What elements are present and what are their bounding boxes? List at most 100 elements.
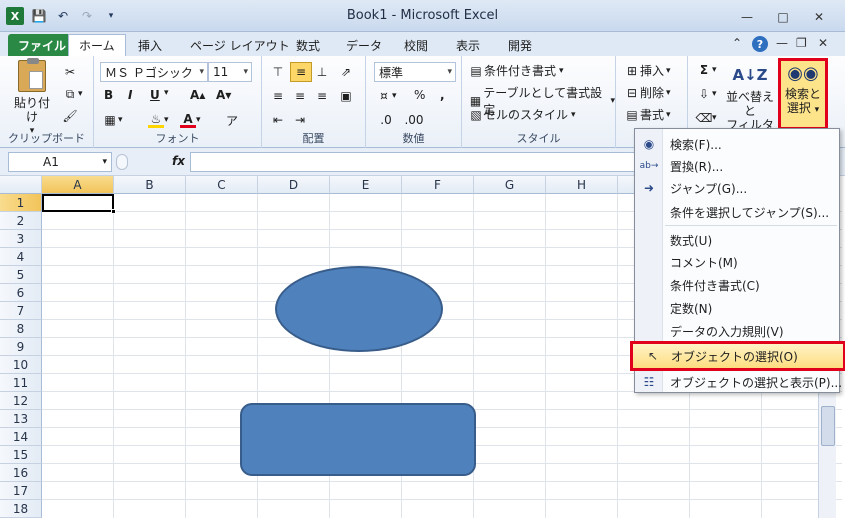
tab-insert[interactable]: 挿入 bbox=[128, 34, 172, 56]
rounded-rectangle-shape[interactable] bbox=[240, 403, 476, 476]
underline-dropdown[interactable]: ▾ bbox=[164, 88, 169, 98]
menu-item-find[interactable]: ◉ 検索(F)... bbox=[635, 133, 839, 155]
menu-item-goto[interactable]: ➜ ジャンプ(G)... bbox=[635, 177, 839, 199]
collapse-ribbon-icon[interactable]: ⌃ bbox=[732, 36, 742, 50]
help-icon[interactable]: ? bbox=[752, 36, 768, 52]
scrollbar-thumb[interactable] bbox=[821, 406, 835, 446]
row-header[interactable]: 18 bbox=[0, 500, 42, 518]
borders-button[interactable]: ▦ ▾ bbox=[102, 112, 122, 128]
menu-item-comments[interactable]: コメント(M) bbox=[635, 251, 839, 273]
workbook-minimize-button[interactable]: — bbox=[776, 36, 788, 50]
clear-button[interactable]: ⌫ ▾ bbox=[696, 110, 717, 126]
row-header[interactable]: 1 bbox=[0, 194, 42, 212]
conditional-formatting-button[interactable]: ▤ 条件付き書式 ▾ bbox=[468, 62, 563, 79]
find-select-button[interactable]: ◉◉ 検索と 選択 ▾ bbox=[778, 58, 828, 130]
fill-handle[interactable] bbox=[111, 209, 116, 214]
number-format-select[interactable]: 標準 ▾ bbox=[374, 62, 456, 82]
row-header[interactable]: 16 bbox=[0, 464, 42, 482]
merge-center-button[interactable]: ▣ bbox=[338, 88, 354, 104]
row-header[interactable]: 10 bbox=[0, 356, 42, 374]
grow-font-button[interactable]: A ▲ bbox=[190, 88, 205, 102]
row-header[interactable]: 11 bbox=[0, 374, 42, 392]
align-middle-button[interactable]: ≡ bbox=[290, 62, 312, 82]
menu-item-selection-pane[interactable]: ☷ オブジェクトの選択と表示(P)... bbox=[635, 371, 842, 393]
menu-item-goto-special[interactable]: 条件を選択してジャンプ(S)... bbox=[635, 201, 839, 223]
column-header[interactable]: A bbox=[42, 176, 114, 194]
formula-input[interactable] bbox=[190, 152, 640, 172]
tab-formulas[interactable]: 数式 bbox=[286, 34, 330, 56]
column-header[interactable]: B bbox=[114, 176, 186, 194]
select-all-corner[interactable] bbox=[0, 176, 42, 194]
fill-color-button[interactable]: ♨ ▾ bbox=[148, 112, 169, 128]
align-left-button[interactable]: ≡ bbox=[270, 88, 286, 104]
column-header[interactable]: C bbox=[186, 176, 258, 194]
paste-button[interactable]: 貼り付け ▾ bbox=[10, 58, 54, 138]
workbook-close-button[interactable]: ✕ bbox=[818, 36, 828, 50]
tab-file[interactable]: ファイル bbox=[8, 34, 77, 56]
row-header[interactable]: 3 bbox=[0, 230, 42, 248]
fill-button[interactable]: ⇩ ▾ bbox=[696, 86, 717, 102]
oval-shape[interactable] bbox=[275, 266, 443, 352]
row-header[interactable]: 14 bbox=[0, 428, 42, 446]
tab-developer[interactable]: 開発 bbox=[498, 34, 542, 56]
menu-item-conditional-formatting[interactable]: 条件付き書式(C) bbox=[635, 274, 839, 296]
column-header[interactable]: G bbox=[474, 176, 546, 194]
menu-item-replace[interactable]: ab→ 置換(R)... bbox=[635, 155, 839, 177]
italic-button[interactable]: I bbox=[128, 88, 132, 102]
close-button[interactable]: ✕ bbox=[808, 9, 830, 25]
align-center-button[interactable]: ≡ bbox=[292, 88, 308, 104]
menu-item-formulas[interactable]: 数式(U) bbox=[635, 229, 839, 251]
column-header[interactable]: H bbox=[546, 176, 618, 194]
bold-button[interactable]: B bbox=[104, 88, 113, 102]
underline-button[interactable]: U bbox=[150, 88, 160, 102]
tab-view[interactable]: 表示 bbox=[446, 34, 490, 56]
row-header[interactable]: 13 bbox=[0, 410, 42, 428]
decrease-decimal-button[interactable]: .00 bbox=[404, 112, 423, 128]
name-box[interactable]: A1 ▾ bbox=[8, 152, 112, 172]
row-header[interactable]: 4 bbox=[0, 248, 42, 266]
tab-home[interactable]: ホーム bbox=[68, 34, 126, 56]
insert-cells-button[interactable]: ⊞ 挿入 ▾ bbox=[624, 62, 671, 79]
cell-styles-button[interactable]: ▧ セルのスタイル ▾ bbox=[468, 106, 575, 123]
format-painter-button[interactable]: 🖌 bbox=[62, 108, 78, 124]
menu-item-select-objects[interactable]: ↖ オブジェクトの選択(O) bbox=[630, 341, 845, 371]
phonetic-button[interactable]: ア bbox=[224, 112, 240, 128]
cut-button[interactable]: ✂ bbox=[62, 64, 78, 80]
row-header[interactable]: 2 bbox=[0, 212, 42, 230]
increase-decimal-button[interactable]: .0 bbox=[378, 112, 394, 128]
tab-review[interactable]: 校閲 bbox=[394, 34, 438, 56]
align-right-button[interactable]: ≡ bbox=[314, 88, 330, 104]
workbook-restore-button[interactable]: ❐ bbox=[796, 36, 807, 50]
tab-data[interactable]: データ bbox=[336, 34, 392, 56]
column-header[interactable]: D bbox=[258, 176, 330, 194]
column-header[interactable]: F bbox=[402, 176, 474, 194]
active-cell-a1[interactable] bbox=[42, 194, 116, 214]
namebox-resize-handle[interactable] bbox=[116, 154, 128, 170]
row-header[interactable]: 12 bbox=[0, 392, 42, 410]
increase-indent-button[interactable]: ⇥ bbox=[292, 112, 308, 128]
row-header[interactable]: 8 bbox=[0, 320, 42, 338]
copy-button[interactable]: ⧉ ▾ bbox=[62, 86, 83, 102]
accounting-format-button[interactable]: ¤ ▾ bbox=[376, 88, 396, 104]
row-header[interactable]: 6 bbox=[0, 284, 42, 302]
orientation-button[interactable]: ⇗ bbox=[338, 64, 354, 80]
menu-item-data-validation[interactable]: データの入力規則(V) bbox=[635, 320, 839, 342]
delete-cells-button[interactable]: ⊟ 削除 ▾ bbox=[624, 84, 671, 101]
shrink-font-button[interactable]: A ▼ bbox=[216, 88, 231, 102]
align-bottom-button[interactable]: ⊥ bbox=[314, 64, 330, 80]
format-cells-button[interactable]: ▤ 書式 ▾ bbox=[624, 106, 670, 123]
row-header[interactable]: 7 bbox=[0, 302, 42, 320]
minimize-button[interactable]: — bbox=[736, 9, 758, 25]
column-header[interactable]: E bbox=[330, 176, 402, 194]
align-top-button[interactable]: ⊤ bbox=[270, 64, 286, 80]
font-name-select[interactable]: ＭＳ Ｐゴシック ▾ bbox=[100, 62, 208, 82]
tab-page-layout[interactable]: ページ レイアウト bbox=[180, 34, 300, 56]
row-header[interactable]: 15 bbox=[0, 446, 42, 464]
insert-function-icon[interactable]: fx bbox=[172, 154, 185, 168]
autosum-button[interactable]: Σ ▾ bbox=[696, 62, 717, 78]
row-header[interactable]: 9 bbox=[0, 338, 42, 356]
menu-item-constants[interactable]: 定数(N) bbox=[635, 297, 839, 319]
maximize-button[interactable]: □ bbox=[772, 9, 794, 25]
decrease-indent-button[interactable]: ⇤ bbox=[270, 112, 286, 128]
font-color-button[interactable]: A ▾ bbox=[180, 112, 201, 128]
